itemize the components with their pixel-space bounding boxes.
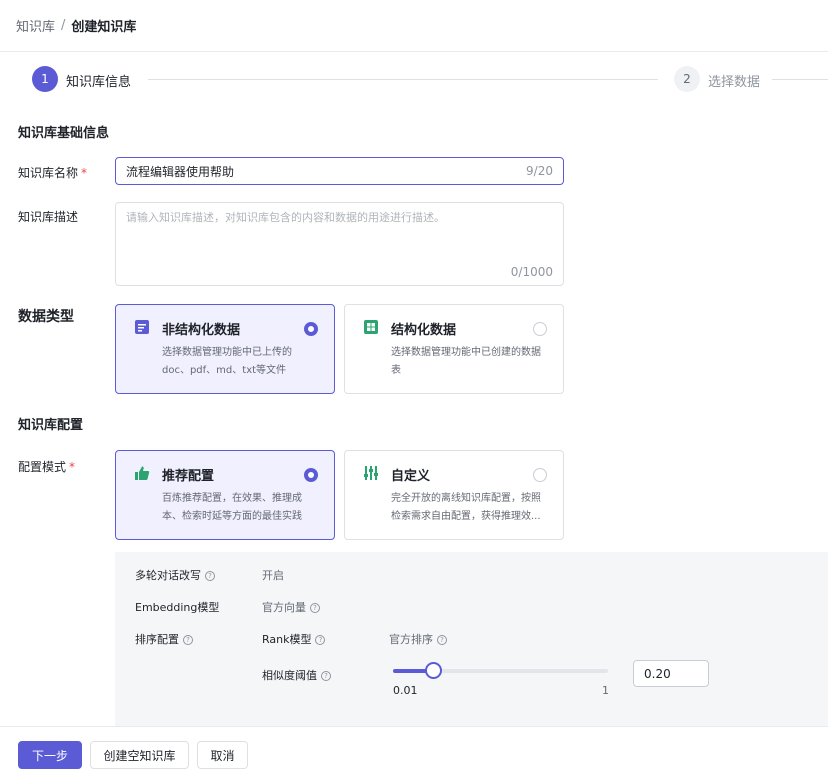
step-1-number: 1 [32,66,58,92]
rank-model-value: 官方排序? [389,631,447,647]
required-mark: * [81,166,88,180]
help-icon[interactable]: ? [183,635,193,645]
slider-max-label: 1 [602,684,609,697]
kb-name-label-text: 知识库名称 [18,166,79,180]
radio-button[interactable] [304,322,318,336]
help-icon[interactable]: ? [437,635,447,645]
thumbs-up-icon [135,466,150,480]
card-title: 非结构化数据 [162,323,241,338]
config-card-recommended[interactable]: 推荐配置 百炼推荐配置，在效果、推理成本、检索时延等方面的最佳实践 [115,450,335,540]
document-icon [135,320,149,334]
rank-model-value-text: 官方排序 [389,633,433,646]
breadcrumb: 知识库 / 创建知识库 [0,0,828,52]
table-icon [364,320,378,334]
step-2-number: 2 [674,66,700,92]
config-mode-label: 配置模式 * [18,458,75,475]
basic-info-title: 知识库基础信息 [18,126,110,141]
config-details-panel [115,552,828,726]
kb-name-label: 知识库名称 * [18,164,87,181]
breadcrumb-parent-link[interactable]: 知识库 [16,16,55,35]
card-desc: 完全开放的离线知识库配置，按照检索需求自由配置，获得推理效... [391,493,541,522]
card-desc: 选择数据管理功能中已创建的数据表 [391,347,541,376]
create-empty-kb-button[interactable]: 创建空知识库 [90,741,189,769]
kb-desc-char-count: 0/1000 [510,265,553,279]
radio-button[interactable] [533,468,547,482]
data-type-card-structured[interactable]: 结构化数据 选择数据管理功能中已创建的数据表 [344,304,564,394]
kb-config-title: 知识库配置 [18,418,84,433]
footer-bar: 下一步 创建空知识库 取消 [0,726,828,782]
stepper: 1 知识库信息 2 选择数据 [0,52,828,108]
help-icon[interactable]: ? [315,635,326,645]
config-mode-label-text: 配置模式 [18,460,67,474]
kb-name-input[interactable]: 流程编辑器使用帮助 9/20 [115,157,564,185]
radio-button[interactable] [533,322,547,336]
rerank-label: 排序配置? [135,631,193,647]
next-button[interactable]: 下一步 [18,741,82,769]
similarity-label: 相似度阈值? [262,667,331,683]
kb-name-value: 流程编辑器使用帮助 [126,164,235,179]
help-icon[interactable]: ? [205,571,215,581]
required-mark: * [69,460,76,474]
rerank-label-text: 排序配置 [135,633,179,646]
cancel-button[interactable]: 取消 [197,741,248,769]
step-1-label: 知识库信息 [66,75,132,90]
multi-turn-value: 开启 [262,569,284,582]
step-2-label: 选择数据 [708,75,761,90]
data-type-title: 数据类型 [18,309,74,325]
card-desc: 选择数据管理功能中已上传的doc、pdf、md、txt等文件 [162,347,292,376]
help-icon[interactable]: ? [310,603,320,613]
rank-model-label: Rank模型? [262,631,326,647]
embedding-label: Embedding模型 [135,601,220,614]
similarity-number-input[interactable]: 0.20 [633,660,709,687]
similarity-value: 0.20 [644,666,671,681]
help-icon[interactable]: ? [321,671,331,681]
config-card-custom[interactable]: 自定义 完全开放的离线知识库配置，按照检索需求自由配置，获得推理效... [344,450,564,540]
kb-name-char-count: 9/20 [526,164,553,178]
similarity-label-text: 相似度阈值 [262,669,317,682]
slider-min-label: 0.01 [393,684,418,697]
card-title: 自定义 [391,469,431,484]
multi-turn-label: 多轮对话改写? [135,567,215,583]
kb-desc-placeholder: 请输入知识库描述，对知识库包含的内容和数据的用途进行描述。 [126,211,445,224]
breadcrumb-separator: / [61,18,66,33]
radio-button[interactable] [304,468,318,482]
embedding-value-text: 官方向量 [262,601,306,614]
rank-model-label-text: Rank模型 [262,633,312,646]
breadcrumb-current: 创建知识库 [71,20,137,35]
step-connector [148,79,658,80]
card-title: 结构化数据 [391,323,457,338]
kb-desc-label: 知识库描述 [18,210,79,224]
step-connector [772,79,828,80]
data-type-card-unstructured[interactable]: 非结构化数据 选择数据管理功能中已上传的doc、pdf、md、txt等文件 [115,304,335,394]
multi-turn-label-text: 多轮对话改写 [135,569,201,582]
card-desc: 百炼推荐配置，在效果、推理成本、检索时延等方面的最佳实践 [162,493,302,522]
similarity-slider-handle[interactable] [425,662,442,679]
sliders-icon [364,466,378,480]
kb-desc-textarea[interactable]: 请输入知识库描述，对知识库包含的内容和数据的用途进行描述。 0/1000 [115,202,564,286]
card-title: 推荐配置 [162,469,215,484]
embedding-value: 官方向量? [262,599,320,615]
